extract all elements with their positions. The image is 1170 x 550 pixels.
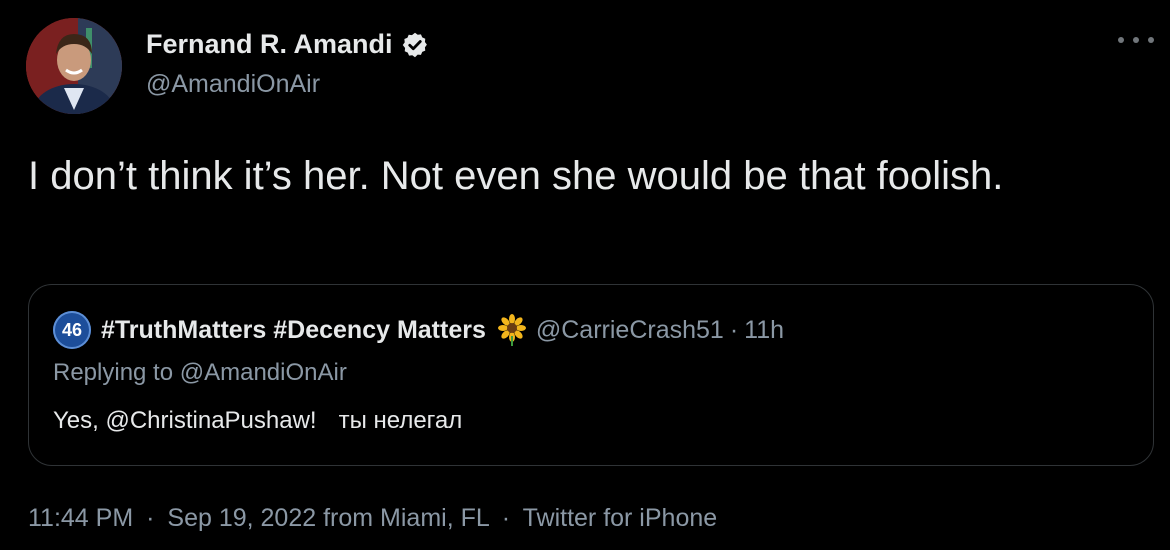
meta-separator: · bbox=[146, 504, 155, 532]
tweet-date[interactable]: Sep 19, 2022 bbox=[167, 504, 316, 532]
quoted-separator: · bbox=[729, 315, 739, 344]
author-display-name[interactable]: Fernand R. Amandi bbox=[146, 29, 393, 60]
tweet-source[interactable]: Twitter for iPhone bbox=[523, 504, 718, 532]
author-avatar[interactable] bbox=[26, 18, 122, 114]
tweet-location: from Miami, FL bbox=[323, 504, 489, 532]
author-avatar-image bbox=[26, 18, 122, 114]
quoted-tweet-header: 46 #TruthMatters #Decency Matters @Carri… bbox=[53, 311, 784, 349]
quoted-text-extra: ты нелегал bbox=[338, 407, 463, 434]
more-dot bbox=[1133, 37, 1139, 43]
quoted-tweet-card[interactable]: 46 #TruthMatters #Decency Matters @Carri… bbox=[28, 284, 1154, 466]
quoted-text-main: Yes, @ChristinaPushaw! bbox=[53, 407, 317, 434]
meta-separator: · bbox=[501, 504, 511, 532]
tweet-meta: 11:44 PM · Sep 19, 2022 from Miami, FL ·… bbox=[28, 504, 717, 533]
more-options-icon[interactable] bbox=[1118, 30, 1154, 50]
tweet-text: I don’t think it’s her. Not even she wou… bbox=[28, 154, 1004, 198]
tweet: Fernand R. Amandi @AmandiOnAir I don’t t… bbox=[0, 0, 1170, 550]
replying-to[interactable]: Replying to @AmandiOnAir bbox=[53, 359, 347, 387]
quoted-timestamp[interactable]: 11h bbox=[744, 316, 784, 345]
quoted-tweet-text: Yes, @ChristinaPushaw! ты нелегал bbox=[53, 407, 462, 435]
more-dot bbox=[1148, 37, 1154, 43]
author-display-name-row[interactable]: Fernand R. Amandi bbox=[146, 29, 429, 60]
sunflower-icon bbox=[497, 314, 526, 346]
quoted-handle[interactable]: @CarrieCrash51 bbox=[536, 316, 724, 345]
quoted-display-name[interactable]: #TruthMatters #Decency Matters bbox=[101, 316, 486, 345]
tweet-time[interactable]: 11:44 PM bbox=[28, 504, 133, 532]
author-handle[interactable]: @AmandiOnAir bbox=[146, 70, 320, 99]
more-dot bbox=[1118, 37, 1124, 43]
verified-icon bbox=[402, 32, 427, 57]
quoted-avatar[interactable]: 46 bbox=[53, 311, 91, 349]
